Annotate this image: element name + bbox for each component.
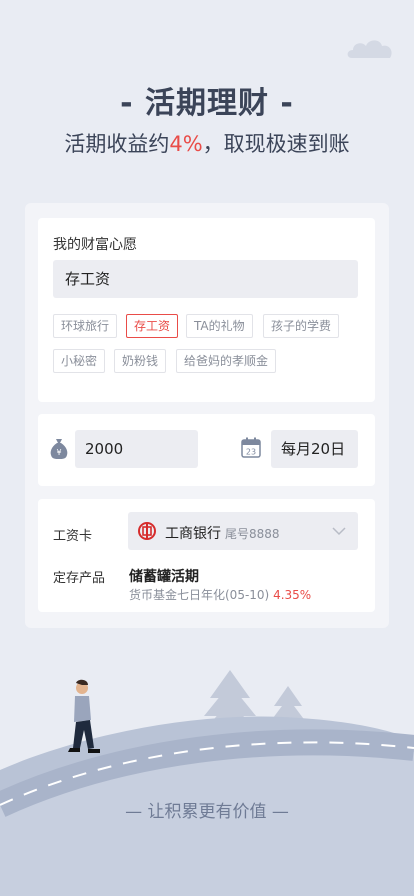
cloud-decoration-icon [347, 40, 392, 58]
page-subtitle: 活期收益约4%，取现极速到账 [0, 128, 414, 158]
footer-slogan: — 让积累更有价值 — [125, 802, 289, 822]
bank-card-tail: 尾号8888 [225, 527, 280, 541]
wish-tag[interactable]: TA的礼物 [186, 314, 253, 338]
hill-illustration [0, 670, 414, 896]
tree-icon [270, 686, 306, 722]
wish-tag[interactable]: 环球旅行 [53, 314, 118, 338]
wish-card: 我的财富心愿 存工资 环球旅行 存工资 TA的礼物 孩子的学费 小秘密 奶粉钱 … [38, 218, 375, 402]
product-name: 储蓄罐活期 [129, 569, 199, 585]
bank-name: 工商银行 [165, 526, 221, 542]
wish-tag[interactable]: 孩子的学费 [263, 314, 340, 338]
deposit-date-select[interactable]: 每月20日 [271, 430, 358, 468]
product-description: 货币基金七日年化(05-10) 4.35% [129, 586, 311, 603]
amount-date-card: ¥ 2000 23 每月20日 [38, 414, 375, 486]
icbc-logo-icon [138, 522, 156, 540]
card-label: 工资卡 [53, 529, 93, 544]
product-label: 定存产品 [53, 571, 106, 586]
page-title: - 活期理财 - [120, 86, 294, 121]
wish-tag[interactable]: 给爸妈的孝顺金 [176, 349, 277, 373]
money-bag-icon: ¥ [50, 439, 68, 459]
amount-input[interactable]: 2000 [75, 430, 198, 468]
wish-tag-active[interactable]: 存工资 [126, 314, 179, 338]
product-rate: 4.35% [273, 588, 312, 602]
savings-plan-panel: 我的财富心愿 存工资 环球旅行 存工资 TA的礼物 孩子的学费 小秘密 奶粉钱 … [25, 203, 389, 628]
wish-tag[interactable]: 奶粉钱 [114, 349, 167, 373]
subtitle-suffix: ，取现极速到账 [202, 132, 350, 156]
chevron-down-icon [332, 527, 346, 536]
subtitle-rate: 4% [169, 132, 203, 156]
wish-input[interactable]: 存工资 [53, 260, 358, 298]
calendar-day: 23 [246, 448, 256, 457]
wish-title: 我的财富心愿 [53, 237, 137, 253]
account-card: 工资卡 工商银行 尾号8888 定存产品 储蓄罐活期 货币基金七日年化(05-1… [38, 499, 375, 612]
svg-text:¥: ¥ [56, 448, 61, 457]
product-desc-text: 货币基金七日年化(05-10) [129, 588, 270, 602]
calendar-icon: 23 [241, 437, 261, 458]
wish-tag[interactable]: 小秘密 [53, 349, 106, 373]
bank-card-select[interactable]: 工商银行 尾号8888 [128, 512, 358, 550]
subtitle-prefix: 活期收益约 [64, 132, 170, 156]
